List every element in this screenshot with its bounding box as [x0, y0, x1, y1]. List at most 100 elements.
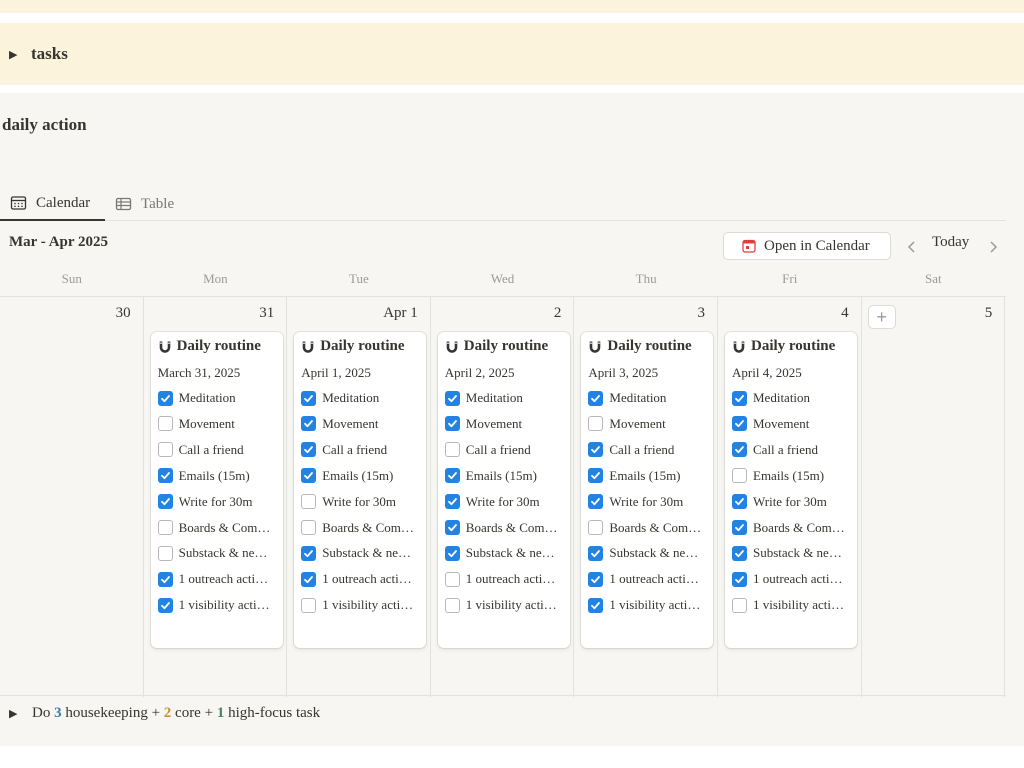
- day-cell[interactable]: 30: [0, 297, 144, 697]
- checkmark-icon: [735, 498, 744, 506]
- checkbox-checked[interactable]: [301, 545, 317, 561]
- checkbox-unchecked[interactable]: [157, 442, 173, 458]
- checklist-item: Boards & Com…: [588, 518, 710, 538]
- toggle-triangle-icon[interactable]: ▶: [9, 707, 32, 720]
- checkbox-checked[interactable]: [157, 597, 173, 613]
- routine-card[interactable]: Daily routine April 4, 2025 Meditation Move…: [725, 332, 857, 648]
- checkbox-unchecked[interactable]: [301, 494, 317, 510]
- checkmark-icon: [304, 575, 314, 583]
- checkbox-checked[interactable]: [301, 442, 317, 458]
- card-date: April 3, 2025: [588, 365, 659, 380]
- checklist-item: 1 visibility acti…: [157, 595, 280, 615]
- day-cell[interactable]: 31 Daily routine March 31, 2025 Meditation M…: [144, 297, 288, 697]
- routine-card[interactable]: Daily routine April 1, 2025 Meditation Move…: [294, 332, 427, 648]
- routine-card[interactable]: Daily routine April 2, 2025 Meditation Move…: [437, 332, 570, 648]
- day-cell[interactable]: 4 Daily routine April 4, 2025 Meditation Mov…: [718, 297, 862, 697]
- checkbox-checked[interactable]: [301, 390, 317, 406]
- checkbox-unchecked[interactable]: [301, 597, 317, 613]
- card-title-label: Daily routine: [751, 338, 836, 354]
- checkbox-checked[interactable]: [588, 571, 604, 587]
- checkbox-checked[interactable]: [732, 520, 747, 535]
- checklist-item: Boards & Com…: [732, 518, 854, 538]
- checklist-item-label: Emails (15m): [609, 467, 681, 483]
- checkbox-unchecked[interactable]: [588, 520, 604, 535]
- checkbox-checked[interactable]: [588, 597, 604, 613]
- checklist-item: Write for 30m: [444, 492, 567, 512]
- checkbox-checked[interactable]: [588, 494, 604, 510]
- checkbox-unchecked[interactable]: [301, 520, 317, 535]
- chevron-left-icon[interactable]: [907, 240, 917, 254]
- checkbox-unchecked[interactable]: [157, 520, 173, 535]
- checkbox-checked[interactable]: [444, 390, 460, 406]
- checklist-item-label: Call a friend: [609, 441, 675, 457]
- open-in-calendar-button[interactable]: Open in Calendar: [723, 232, 891, 260]
- weekday-sat: Sat: [925, 271, 942, 286]
- checkbox-unchecked[interactable]: [732, 468, 747, 484]
- day-cell[interactable]: 5 +: [862, 297, 1006, 697]
- routine-hint-toggle[interactable]: ▶ Do 3 housekeeping + 2 core + 1 high-fo…: [9, 705, 320, 722]
- checkbox-checked[interactable]: [588, 545, 604, 561]
- checkbox-checked[interactable]: [732, 494, 747, 510]
- card-title-label: Daily routine: [463, 338, 549, 354]
- checkbox-unchecked[interactable]: [732, 597, 747, 613]
- checkbox-checked[interactable]: [444, 520, 460, 535]
- checklist-item-label: 1 outreach acti…: [609, 571, 699, 587]
- checklist-item-label: Substack & ne…: [465, 545, 555, 561]
- checkbox-checked[interactable]: [157, 571, 173, 587]
- checkbox-checked[interactable]: [157, 390, 173, 406]
- checkbox-unchecked[interactable]: [444, 442, 460, 458]
- magnet-icon: [302, 341, 314, 353]
- checkmark-icon: [447, 472, 457, 480]
- checklist-item-label: Emails (15m): [753, 467, 825, 483]
- checkbox-unchecked[interactable]: [157, 416, 173, 432]
- checkbox-checked[interactable]: [444, 545, 460, 561]
- checkbox-checked[interactable]: [444, 468, 460, 484]
- checklist-item-label: Boards & Com…: [322, 519, 414, 535]
- checkbox-checked[interactable]: [157, 494, 173, 510]
- checklist-item: Movement: [444, 414, 567, 434]
- tab-table[interactable]: Table: [115, 187, 205, 221]
- checkbox-checked[interactable]: [588, 390, 604, 406]
- checkbox-checked[interactable]: [588, 468, 604, 484]
- checkbox-checked[interactable]: [301, 468, 317, 484]
- day-cell[interactable]: 2 Daily routine April 2, 2025 Meditation Mov…: [431, 297, 575, 697]
- checkbox-checked[interactable]: [588, 442, 604, 458]
- checklist-item: 1 outreach acti…: [301, 569, 423, 589]
- routine-card[interactable]: Daily routine March 31, 2025 Meditation Mov…: [150, 332, 283, 648]
- checklist-item: Substack & ne…: [444, 543, 567, 563]
- checkbox-checked[interactable]: [444, 494, 460, 510]
- checklist-item: Meditation: [301, 388, 423, 408]
- checkbox-checked[interactable]: [732, 442, 747, 458]
- checkbox-checked[interactable]: [301, 416, 317, 432]
- routine-card[interactable]: Daily routine April 3, 2025 Meditation Move…: [581, 332, 714, 648]
- chevron-right-icon[interactable]: [988, 240, 998, 254]
- checklist-item: Call a friend: [588, 440, 710, 460]
- toggle-triangle-icon[interactable]: ▶: [9, 48, 31, 61]
- tab-calendar-label: Calendar: [36, 194, 91, 211]
- checkbox-checked[interactable]: [732, 571, 747, 587]
- checkbox-checked[interactable]: [157, 468, 173, 484]
- checklist-item-label: Call a friend: [178, 441, 244, 457]
- checklist-item-label: Call a friend: [465, 441, 531, 457]
- tab-calendar[interactable]: Calendar: [0, 187, 105, 221]
- checkmark-icon: [591, 549, 601, 557]
- tasks-toggle[interactable]: ▶ tasks: [0, 23, 1024, 85]
- checkbox-checked[interactable]: [732, 390, 747, 406]
- day-cell[interactable]: Apr 1 Daily routine April 1, 2025 Meditatio…: [287, 297, 431, 697]
- checkbox-checked[interactable]: [301, 571, 317, 587]
- checkbox-unchecked[interactable]: [444, 571, 460, 587]
- add-event-button[interactable]: +: [867, 305, 896, 329]
- hint-count-housekeeping: 3: [54, 705, 62, 721]
- checkbox-unchecked[interactable]: [588, 416, 604, 432]
- checkbox-unchecked[interactable]: [444, 597, 460, 613]
- magnet-icon: [446, 341, 458, 353]
- hint-text-high-focus: high-focus task: [228, 705, 321, 721]
- checkbox-checked[interactable]: [444, 416, 460, 432]
- checklist-item: Meditation: [588, 388, 710, 408]
- checkbox-checked[interactable]: [732, 545, 747, 561]
- checklist-item-label: Movement: [178, 415, 235, 431]
- checkbox-checked[interactable]: [732, 416, 747, 432]
- checkbox-unchecked[interactable]: [157, 545, 173, 561]
- today-button[interactable]: Today: [932, 234, 969, 251]
- day-cell[interactable]: 3 Daily routine April 3, 2025 Meditation Mov…: [574, 297, 718, 697]
